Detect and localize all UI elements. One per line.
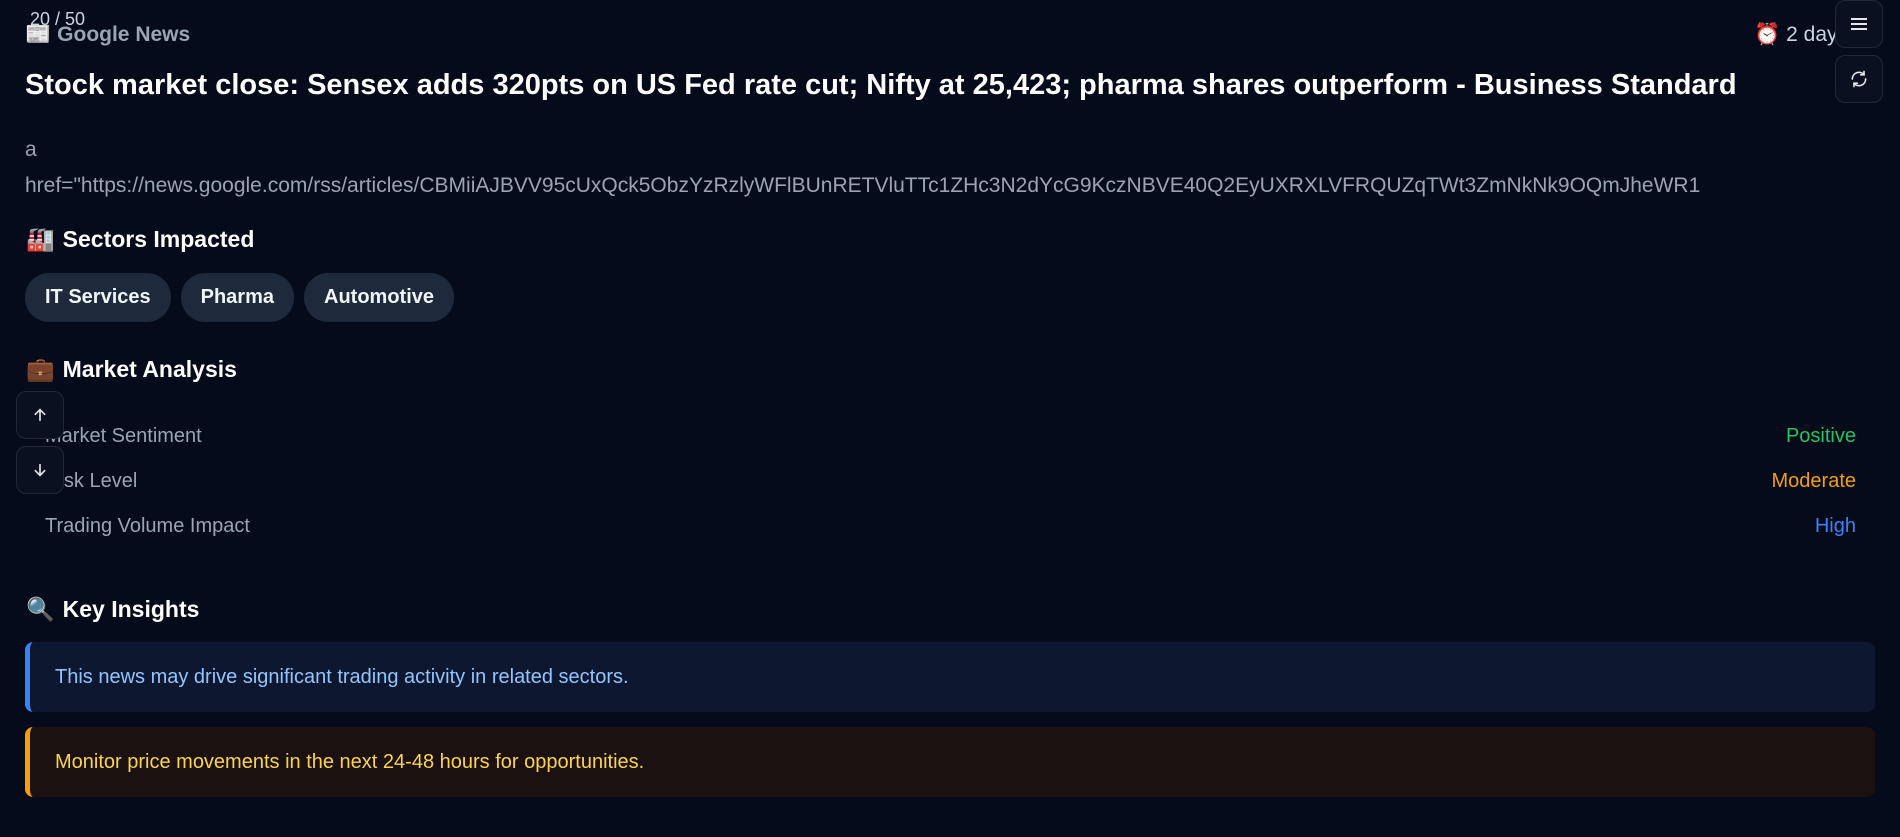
factory-icon: 🏭 <box>26 227 55 253</box>
metric-label: Market Sentiment <box>45 425 202 447</box>
refresh-icon <box>1851 70 1867 88</box>
arrow-up-icon <box>34 408 46 422</box>
metric-value-sentiment: Positive <box>1785 425 1856 447</box>
insight-warning: Monitor price movements in the next 24-4… <box>25 727 1875 797</box>
insight-info: This news may drive significant trading … <box>25 642 1875 712</box>
sector-chips: IT Services Pharma Automotive <box>25 273 454 322</box>
menu-button[interactable] <box>1835 0 1883 48</box>
metric-value-risk: Moderate <box>1771 470 1857 492</box>
description-line-2: href="https://news.google.com/rss/articl… <box>25 174 1701 197</box>
article-counter: 20 / 50 <box>30 9 86 29</box>
sector-chip-pharma[interactable]: Pharma <box>180 273 294 322</box>
metric-label: Trading Volume Impact <box>45 515 250 537</box>
market-analysis-title: Market Analysis <box>62 356 237 382</box>
arrow-down-icon <box>34 463 46 477</box>
description-line-1: a <box>25 138 37 161</box>
article-headline: Stock market close: Sensex adds 320pts o… <box>25 69 1737 101</box>
scroll-down-button[interactable] <box>16 446 64 494</box>
key-insights-title: Key Insights <box>62 596 200 622</box>
article-description: a href="https://news.google.com/rss/arti… <box>25 132 1900 204</box>
sector-chip-it-services[interactable]: IT Services <box>25 273 171 322</box>
briefcase-icon: 💼 <box>26 357 55 383</box>
scroll-up-button[interactable] <box>16 391 64 439</box>
time-ago: ⏰ 2 days <box>1754 22 1848 47</box>
sector-chip-automotive[interactable]: Automotive <box>304 273 454 322</box>
metric-row-volume: Trading Volume Impact High <box>45 515 1856 538</box>
metric-row-sentiment: Market Sentiment Positive <box>45 425 1856 448</box>
magnifier-icon: 🔍 <box>26 597 55 623</box>
key-insights-heading: 🔍 Key Insights <box>26 596 199 623</box>
hamburger-menu-icon <box>1851 18 1867 30</box>
sectors-title: Sectors Impacted <box>62 226 255 252</box>
market-analysis-heading: 💼 Market Analysis <box>26 356 237 383</box>
sectors-heading: 🏭 Sectors Impacted <box>26 226 254 253</box>
metric-value-volume: High <box>1814 515 1856 537</box>
alarm-clock-icon: ⏰ <box>1753 22 1781 46</box>
metric-row-risk: Risk Level Moderate <box>45 470 1856 493</box>
